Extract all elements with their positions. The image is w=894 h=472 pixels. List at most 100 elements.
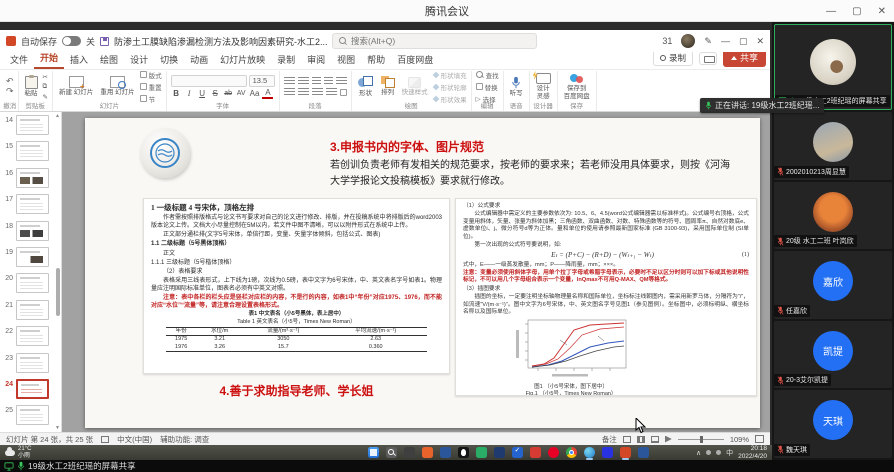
- chrome-icon[interactable]: [566, 447, 577, 458]
- record-button[interactable]: 录制: [653, 50, 693, 66]
- comments-button[interactable]: [699, 52, 717, 65]
- change-case-button[interactable]: Aa: [249, 89, 261, 98]
- thumbnail-slide-17[interactable]: 17: [2, 194, 52, 220]
- font-name-select[interactable]: [171, 75, 247, 87]
- ppt-restore-icon[interactable]: ▢: [739, 36, 748, 47]
- indent-decrease-icon[interactable]: [312, 77, 321, 85]
- paste-button[interactable]: 粘贴: [23, 76, 40, 97]
- thumbnail-slide-15[interactable]: 15: [2, 141, 52, 167]
- scroll-up-icon[interactable]: ▲: [55, 113, 60, 119]
- taskbar-weather[interactable]: 21°C小雨: [5, 446, 31, 459]
- tab-help[interactable]: 帮助: [361, 51, 391, 69]
- red-app-icon[interactable]: [530, 447, 541, 458]
- office-hub-icon[interactable]: [422, 447, 433, 458]
- display-settings-icon[interactable]: [101, 436, 109, 443]
- ribbon-options-icon[interactable]: ✎: [704, 36, 712, 47]
- thumbnail-slide-25[interactable]: 25: [2, 405, 52, 431]
- notes-button[interactable]: 备注: [602, 434, 617, 445]
- tab-draw[interactable]: 绘图: [94, 51, 124, 69]
- qq-icon[interactable]: [458, 447, 469, 458]
- participant-tile[interactable]: 凯提 20-3艾尔凯提: [774, 321, 892, 389]
- participant-tile[interactable]: 嘉欣 任嘉欣: [774, 251, 892, 319]
- shape-outline-button[interactable]: 形状轮廓: [433, 82, 467, 92]
- account-avatar[interactable]: [681, 34, 695, 48]
- zoom-level[interactable]: 109%: [730, 435, 749, 444]
- powerpoint-taskbar-icon[interactable]: [620, 447, 631, 458]
- slide-24[interactable]: 3.申报书内的字体、图片规范 若创训负责老师有发相关的规范要求，按老师的要求来；…: [85, 118, 760, 428]
- reuse-slides-button[interactable]: 重用 幻灯片: [98, 76, 136, 96]
- thumbnail-slide-18[interactable]: 18: [2, 221, 52, 247]
- tab-design[interactable]: 设计: [124, 51, 154, 69]
- scroll-down-icon[interactable]: ▼: [55, 425, 60, 431]
- bold-button[interactable]: B: [171, 89, 182, 98]
- strikethrough-button[interactable]: ab: [223, 90, 234, 97]
- columns-icon[interactable]: [340, 89, 347, 96]
- justify-icon[interactable]: [326, 88, 337, 96]
- tab-review[interactable]: 审阅: [301, 51, 331, 69]
- edge-icon[interactable]: [584, 447, 595, 458]
- tray-volume-icon[interactable]: [716, 450, 721, 455]
- ppt-close-icon[interactable]: ✕: [756, 36, 764, 47]
- design-ideas-button[interactable]: 设计 灵感: [534, 73, 553, 100]
- indent-increase-icon[interactable]: [324, 77, 333, 85]
- reading-view-icon[interactable]: [651, 436, 659, 443]
- tab-transitions[interactable]: 切换: [154, 51, 184, 69]
- thumbnail-slide-20[interactable]: 20: [2, 273, 52, 299]
- italic-button[interactable]: I: [184, 89, 195, 98]
- fit-slide-icon[interactable]: [755, 435, 764, 443]
- underline-button[interactable]: U: [197, 89, 208, 98]
- taskbar-search-icon[interactable]: [386, 447, 397, 458]
- cut-button[interactable]: ✂: [43, 73, 48, 81]
- tray-expand-icon[interactable]: ∧: [696, 449, 701, 457]
- close-icon[interactable]: ✕: [878, 6, 886, 17]
- tray-network-icon[interactable]: [706, 450, 711, 455]
- tab-baidu-netdisk[interactable]: 百度网盘: [391, 51, 439, 69]
- line-spacing-icon[interactable]: [336, 77, 347, 85]
- accessibility-status[interactable]: 辅助功能: 调查: [160, 434, 209, 445]
- search-input[interactable]: [351, 36, 530, 46]
- thumbnail-slide-21[interactable]: 21: [2, 300, 52, 326]
- font-size-select[interactable]: 13.5: [249, 75, 275, 87]
- task-view-icon[interactable]: [404, 447, 415, 458]
- layout-button[interactable]: 版式: [140, 70, 162, 80]
- character-spacing-button[interactable]: AV: [236, 90, 247, 97]
- shapes-button[interactable]: 形状: [356, 76, 376, 97]
- new-slide-button[interactable]: 新建 幻灯片: [57, 76, 95, 96]
- scrollbar-thumb[interactable]: [56, 268, 60, 316]
- align-right-icon[interactable]: [312, 88, 323, 96]
- tab-slideshow[interactable]: 幻灯片放映: [214, 51, 271, 69]
- participant-tile[interactable]: 20级 水工二班 叶岚欣: [774, 182, 892, 250]
- slideshow-view-icon[interactable]: [665, 436, 672, 443]
- tab-home[interactable]: 开始: [34, 49, 64, 69]
- quick-styles-button[interactable]: 快速样式: [400, 77, 430, 96]
- tab-insert[interactable]: 插入: [64, 51, 94, 69]
- word-icon[interactable]: [440, 447, 451, 458]
- thumbnail-slide-23[interactable]: 23: [2, 353, 52, 379]
- photos-icon[interactable]: [494, 447, 505, 458]
- dictate-button[interactable]: 听写: [508, 76, 525, 97]
- ppt-minimize-icon[interactable]: —: [721, 36, 730, 46]
- zoom-slider[interactable]: [678, 439, 724, 440]
- participant-tile[interactable]: 2002010213周显慧: [774, 112, 892, 180]
- redo-icon[interactable]: ↷: [6, 87, 14, 97]
- word-doc-icon[interactable]: [638, 447, 649, 458]
- reset-button[interactable]: 重置: [140, 82, 162, 92]
- search-box[interactable]: [332, 33, 537, 49]
- save-to-baidu-button[interactable]: 保存到 百度网盘: [562, 73, 592, 100]
- thumbnail-slide-14[interactable]: 14: [2, 115, 52, 141]
- tab-view[interactable]: 视图: [331, 51, 361, 69]
- replace-button[interactable]: 替换: [476, 82, 499, 92]
- save-icon[interactable]: [100, 37, 109, 46]
- baidu-netdisk-app-icon[interactable]: [602, 447, 613, 458]
- netease-music-icon[interactable]: [548, 447, 559, 458]
- taskbar-clock[interactable]: 20:182022/4/20: [738, 445, 767, 460]
- shape-fill-button[interactable]: 形状填充: [433, 70, 467, 80]
- normal-view-icon[interactable]: [623, 436, 631, 443]
- tab-animations[interactable]: 动画: [184, 51, 214, 69]
- align-left-icon[interactable]: [284, 88, 295, 96]
- align-center-icon[interactable]: [298, 88, 309, 96]
- thumbnail-scrollbar[interactable]: ▲ ▼: [55, 113, 60, 431]
- todo-icon[interactable]: [512, 447, 523, 458]
- minimize-icon[interactable]: —: [826, 6, 836, 17]
- input-method-indicator[interactable]: 中: [726, 448, 733, 458]
